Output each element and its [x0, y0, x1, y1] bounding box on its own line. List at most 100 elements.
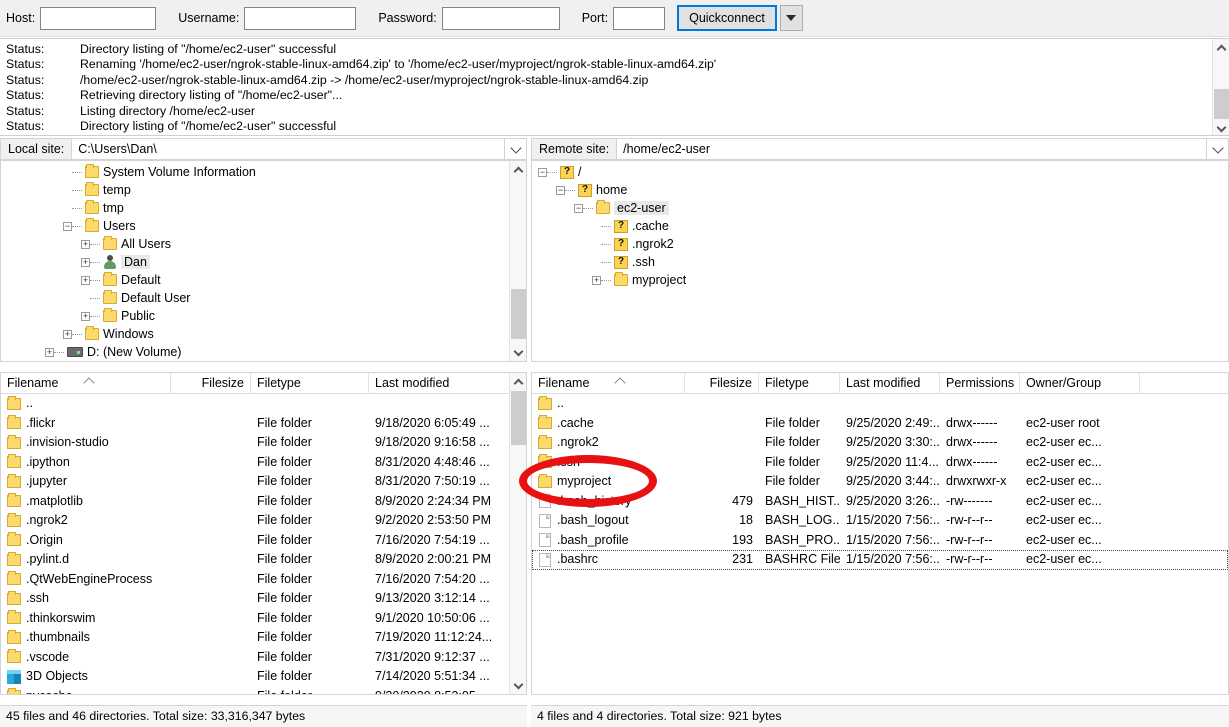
expand-node-button[interactable]: + — [45, 347, 54, 357]
tree-item-tmp[interactable]: tmp — [1, 199, 509, 217]
remote-directory-tree[interactable]: −? / −? home − ec2-user? .cache? .ngrok2? .ssh + m… — [531, 160, 1229, 362]
port-input[interactable] — [613, 6, 666, 30]
table-row[interactable]: .matplotlib File folder 8/9/2020 2:24:34 P… — [1, 492, 509, 512]
table-row[interactable]: 3D Objects File folder 7/14/2020 5:51:34 .… — [1, 667, 509, 687]
table-row[interactable]: .Origin File folder 7/16/2020 7:54:19 ... — [1, 531, 509, 551]
table-row[interactable]: .ssh File folder 9/25/2020 11:4... drwx----… — [532, 453, 1228, 473]
tree-item-ec2-user[interactable]: − ec2-user — [532, 199, 1228, 217]
tree-item-ngrok2[interactable]: ? .ngrok2 — [532, 235, 1228, 253]
expand-node-button[interactable]: + — [81, 275, 90, 285]
folder-icon — [7, 649, 21, 664]
tree-item-ssh[interactable]: ? .ssh — [532, 253, 1228, 271]
table-row[interactable]: .bash_profile 193 BASH_PRO... 1/15/2020 7:5… — [532, 531, 1228, 551]
table-row[interactable]: .thumbnails File folder 7/19/2020 11:12:24… — [1, 628, 509, 648]
local-site-dropdown-button[interactable] — [505, 138, 527, 160]
tree-item-[interactable]: −? / — [532, 163, 1228, 181]
tree-item-default-user[interactable]: Default User — [1, 289, 509, 307]
table-row[interactable]: .. — [1, 394, 509, 414]
tree-item-myproject[interactable]: + myproject — [532, 271, 1228, 289]
table-row[interactable]: .ssh File folder 9/13/2020 3:12:14 ... — [1, 589, 509, 609]
status-log-scrollbar[interactable] — [1212, 39, 1229, 135]
folder-icon — [7, 590, 21, 605]
collapse-node-button[interactable]: − — [574, 203, 583, 213]
table-row[interactable]: .thinkorswim File folder 9/1/2020 10:50:06… — [1, 609, 509, 629]
tree-item-temp[interactable]: temp — [1, 181, 509, 199]
collapse-node-button[interactable]: − — [556, 185, 565, 195]
column-header-last-modified[interactable]: Last modified — [840, 373, 940, 394]
expand-node-button[interactable]: + — [81, 257, 90, 267]
column-header-filetype[interactable]: Filetype — [251, 373, 369, 394]
table-row[interactable]: .pylint.d File folder 8/9/2020 2:00:21 PM — [1, 550, 509, 570]
expand-node-button[interactable]: + — [63, 329, 72, 339]
table-row[interactable]: .bashrc 231 BASHRC File 1/15/2020 7:56:... -… — [532, 550, 1228, 570]
scroll-up-arrow-icon[interactable] — [1213, 39, 1229, 56]
tree-item-windows[interactable]: + Windows — [1, 325, 509, 343]
table-row[interactable]: .cache File folder 9/25/2020 2:49:... drwx-… — [532, 414, 1228, 434]
tree-item-d-new-volume[interactable]: + D: (New Volume) — [1, 343, 509, 361]
table-row[interactable]: .ngrok2 File folder 9/25/2020 3:30:... drwx… — [532, 433, 1228, 453]
remote-file-list[interactable]: Filename Filesize Filetype Last modified Per… — [531, 372, 1229, 695]
scrollbar-thumb[interactable] — [1214, 89, 1229, 119]
table-row[interactable]: .flickr File folder 9/18/2020 6:05:49 ... — [1, 414, 509, 434]
tree-item-all-users[interactable]: + All Users — [1, 235, 509, 253]
table-row[interactable]: myproject File folder 9/25/2020 3:44:... dr… — [532, 472, 1228, 492]
collapse-node-button[interactable]: − — [63, 221, 72, 231]
tree-item-users[interactable]: − Users — [1, 217, 509, 235]
quickconnect-dropdown-button[interactable] — [779, 5, 803, 31]
table-row[interactable]: .QtWebEngineProcess File folder 7/16/2020 … — [1, 570, 509, 590]
tree-item-default[interactable]: + Default — [1, 271, 509, 289]
scroll-down-arrow-icon[interactable] — [510, 344, 526, 361]
tree-item-dan[interactable]: + Dan — [1, 253, 509, 271]
table-row[interactable]: .bash_logout 18 BASH_LOG... 1/15/2020 7:56:… — [532, 511, 1228, 531]
tree-item-public[interactable]: + Public — [1, 307, 509, 325]
column-header-permissions[interactable]: Permissions — [940, 373, 1020, 394]
host-input[interactable] — [40, 6, 157, 30]
local-directory-tree[interactable]: System Volume Information temp tmp − Users + A… — [0, 160, 527, 362]
scrollbar-thumb[interactable] — [511, 289, 526, 339]
expand-node-button[interactable]: + — [81, 239, 90, 249]
quickconnect-button[interactable]: Quickconnect — [677, 5, 777, 31]
remote-site-path[interactable]: /home/ec2-user — [616, 138, 1207, 160]
cell-perms: drwx------ — [946, 415, 998, 430]
local-tree-scrollbar[interactable] — [509, 161, 526, 361]
status-log[interactable]: Status: Directory listing of "/home/ec2-u… — [0, 38, 1229, 136]
tree-item-system-volume-information[interactable]: System Volume Information — [1, 163, 509, 181]
expand-node-button[interactable]: + — [81, 311, 90, 321]
column-header-filename[interactable]: Filename — [532, 373, 685, 394]
column-header-last-modified[interactable]: Last modified — [369, 373, 511, 394]
scroll-down-arrow-icon[interactable] — [1213, 120, 1229, 135]
scroll-up-arrow-icon[interactable] — [510, 161, 526, 178]
scroll-up-arrow-icon[interactable] — [510, 373, 526, 390]
password-input[interactable] — [441, 6, 560, 30]
table-row[interactable]: pycache File folder9/20/2020 8:53:05 ... — [1, 687, 509, 694]
column-header-filetype[interactable]: Filetype — [759, 373, 840, 394]
column-header-filesize[interactable]: Filesize — [171, 373, 251, 394]
table-row[interactable]: .ipython File folder 8/31/2020 4:48:46 ... — [1, 453, 509, 473]
table-row[interactable]: .invision-studio File folder 9/18/2020 9:1… — [1, 433, 509, 453]
collapse-node-button[interactable]: − — [538, 167, 547, 177]
column-header-owner-group[interactable]: Owner/Group — [1020, 373, 1140, 394]
scrollbar-thumb[interactable] — [511, 391, 526, 445]
table-row[interactable]: .bash_history 479 BASH_HIST... 9/25/2020 3:… — [532, 492, 1228, 512]
remote-site-dropdown-button[interactable] — [1207, 138, 1229, 160]
file-name: .ipython — [26, 454, 70, 469]
table-row[interactable]: .ngrok2 File folder 9/2/2020 2:53:50 PM — [1, 511, 509, 531]
scroll-down-arrow-icon[interactable] — [510, 677, 526, 694]
local-file-list[interactable]: Filename Filesize Filetype Last modified ..… — [0, 372, 527, 695]
username-input[interactable] — [244, 6, 357, 30]
table-row[interactable]: .jupyter File folder 8/31/2020 7:50:19 ... — [1, 472, 509, 492]
local-file-list-scrollbar[interactable] — [509, 373, 526, 694]
table-row[interactable]: .. — [532, 394, 1228, 414]
cell-type: File folder — [257, 630, 312, 644]
folder-icon — [538, 454, 552, 469]
column-header-filesize[interactable]: Filesize — [685, 373, 759, 394]
expand-node-button[interactable]: + — [592, 275, 601, 285]
tree-item-label: home — [596, 183, 628, 197]
tree-item-home[interactable]: −? home — [532, 181, 1228, 199]
cell-owner: ec2-user ec... — [1026, 513, 1102, 527]
table-row[interactable]: .vscode File folder 7/31/2020 9:12:37 ... — [1, 648, 509, 668]
cell-size — [171, 511, 251, 531]
local-site-path[interactable]: C:\Users\Dan\ — [71, 138, 505, 160]
tree-item-cache[interactable]: ? .cache — [532, 217, 1228, 235]
cell-modified: 8/31/2020 4:48:46 ... — [375, 454, 490, 469]
